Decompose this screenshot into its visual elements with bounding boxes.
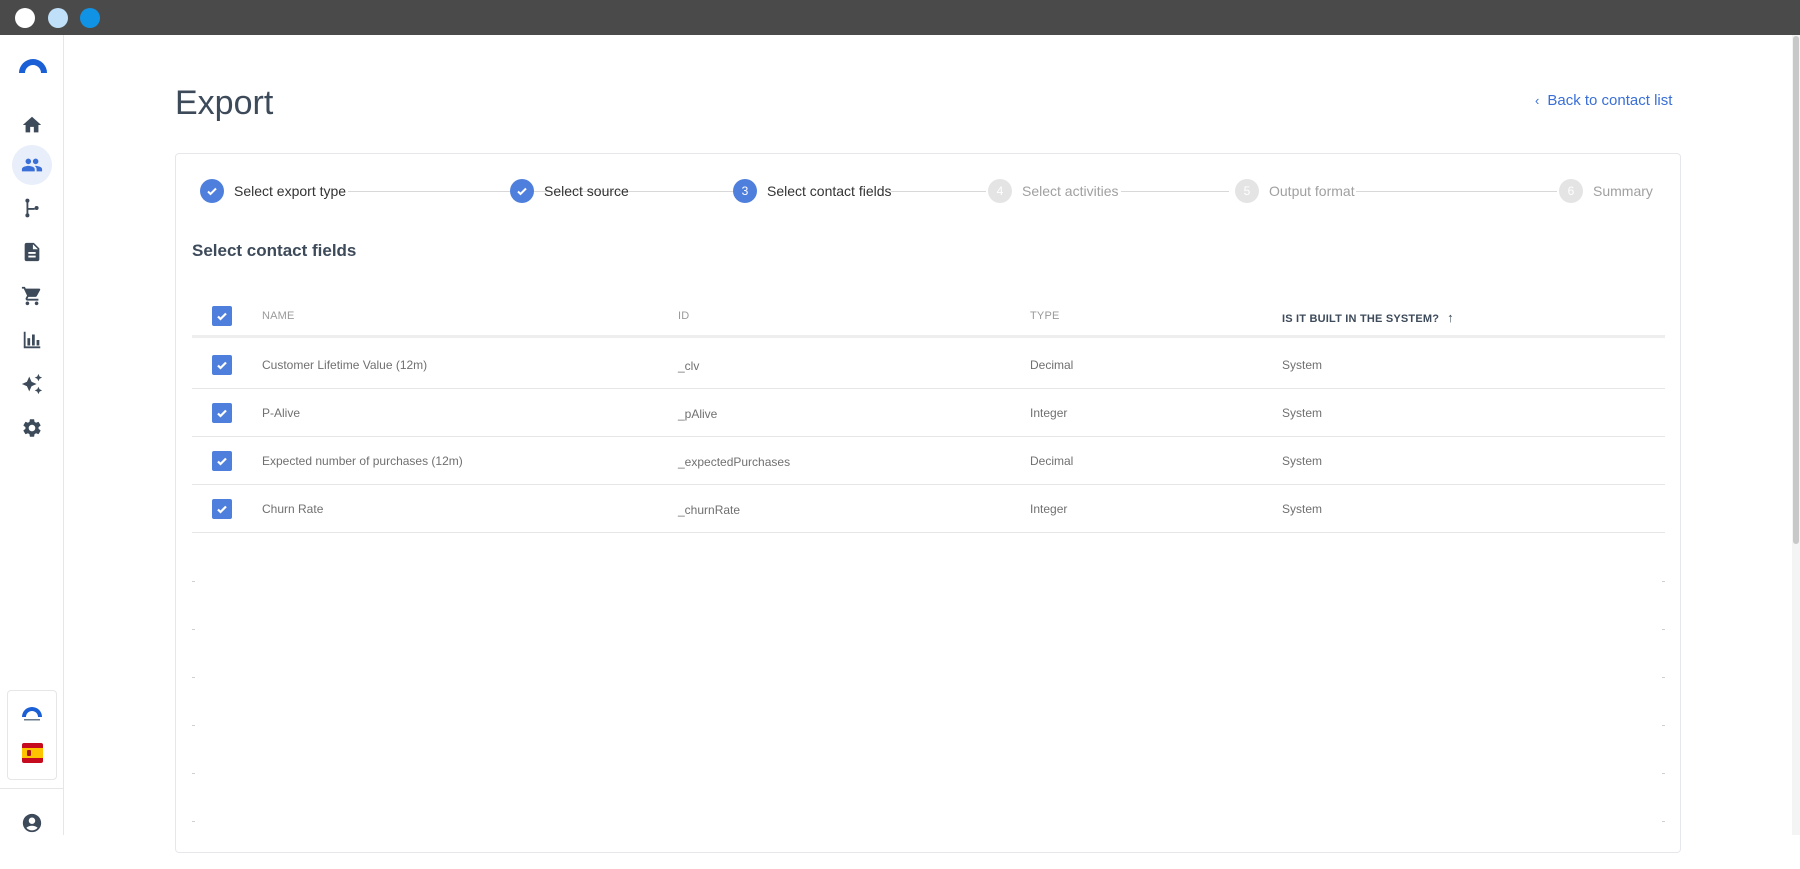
cell-type: Integer [1030, 406, 1068, 420]
workspace-logo-icon[interactable] [20, 703, 44, 723]
step-select-activities: 4 Select activities [988, 179, 1118, 203]
gear-icon [23, 419, 41, 437]
empty-row [192, 629, 1665, 677]
step-number: 4 [988, 179, 1012, 203]
cell-builtin: System [1282, 454, 1323, 468]
window-minimize-button[interactable] [48, 8, 68, 28]
step-select-source[interactable]: Select source [510, 179, 629, 203]
column-header-type[interactable]: TYPE [1030, 310, 1060, 322]
contacts-icon [21, 158, 43, 172]
sparkles-icon [21, 373, 43, 395]
account-circle-icon [22, 813, 42, 833]
check-icon [217, 457, 227, 466]
empty-row [192, 677, 1665, 725]
table-header: NAME ID TYPE IS IT BUILT IN THE SYSTEM? ↑ [192, 294, 1665, 338]
cell-name: P-Alive [262, 406, 301, 420]
check-icon [217, 361, 227, 370]
check-icon [510, 179, 534, 203]
step-summary: 6 Summary [1559, 179, 1653, 203]
cell-name: Churn Rate [262, 502, 324, 516]
cell-id: _pAlive [678, 407, 718, 421]
app-logo-icon[interactable] [17, 55, 49, 75]
cell-type: Decimal [1030, 454, 1074, 468]
empty-row [192, 725, 1665, 773]
flow-icon [25, 198, 39, 218]
step-label: Output format [1269, 183, 1355, 199]
check-icon [200, 179, 224, 203]
sidebar-item-settings[interactable] [12, 408, 52, 448]
column-header-name[interactable]: NAME [262, 310, 295, 322]
sidebar-item-documents[interactable] [12, 232, 52, 272]
empty-row [192, 581, 1665, 629]
table-row: Customer Lifetime Value (12m) _clv Decim… [192, 341, 1665, 389]
row-checkbox[interactable] [212, 499, 232, 519]
cell-type: Integer [1030, 502, 1068, 516]
back-to-contact-list-link[interactable]: ‹ Back to contact list [1535, 92, 1672, 109]
sidebar [0, 35, 64, 835]
sidebar-item-home[interactable] [12, 105, 52, 145]
column-header-id[interactable]: ID [678, 310, 689, 322]
step-select-contact-fields[interactable]: 3 Select contact fields [733, 179, 892, 203]
row-checkbox[interactable] [212, 451, 232, 471]
step-connector [1356, 191, 1557, 192]
step-number: 3 [733, 179, 757, 203]
step-select-export-type[interactable]: Select export type [200, 179, 346, 203]
scrollbar-thumb[interactable] [1793, 36, 1799, 544]
arrow-up-icon: ↑ [1447, 310, 1454, 325]
cell-id: _churnRate [678, 503, 741, 517]
spain-flag-icon[interactable] [22, 743, 43, 763]
sidebar-item-contacts[interactable] [12, 145, 52, 185]
cell-builtin: System [1282, 406, 1323, 420]
sidebar-divider [0, 788, 63, 789]
row-checkbox[interactable] [212, 355, 232, 375]
row-checkbox[interactable] [212, 403, 232, 423]
cell-name: Customer Lifetime Value (12m) [262, 358, 428, 372]
window-titlebar [0, 0, 1800, 35]
chevron-left-icon: ‹ [1535, 93, 1540, 108]
check-icon [217, 505, 227, 514]
step-label: Select source [544, 183, 629, 199]
step-connector [628, 191, 736, 192]
cart-icon [21, 286, 41, 306]
empty-row [192, 773, 1665, 821]
check-icon [217, 312, 227, 321]
step-number: 5 [1235, 179, 1259, 203]
select-all-checkbox[interactable] [212, 306, 232, 326]
cell-builtin: System [1282, 358, 1323, 372]
cell-id: _clv [678, 359, 700, 373]
step-number: 6 [1559, 179, 1583, 203]
sidebar-item-flows[interactable] [12, 188, 52, 228]
export-wizard-card: Select export type Select source 3 Selec… [175, 153, 1681, 853]
sidebar-item-reports[interactable] [12, 320, 52, 360]
profile-button[interactable] [12, 803, 52, 843]
sidebar-item-commerce[interactable] [12, 276, 52, 316]
window-maximize-button[interactable] [80, 8, 100, 28]
cell-name: Expected number of purchases (12m) [262, 454, 463, 468]
step-connector [1121, 191, 1229, 192]
sidebar-item-ai[interactable] [12, 364, 52, 404]
check-icon [217, 409, 227, 418]
cell-builtin: System [1282, 502, 1323, 516]
step-label: Select export type [234, 183, 347, 199]
page-title: Export [175, 84, 274, 122]
section-title: Select contact fields [192, 241, 357, 260]
home-icon [22, 116, 42, 133]
window-close-button[interactable] [15, 8, 35, 28]
column-header-builtin[interactable]: IS IT BUILT IN THE SYSTEM? ↑ [1282, 310, 1454, 325]
bar-chart-icon [23, 331, 41, 349]
table-row: P-Alive _pAlive Integer System [192, 389, 1665, 437]
column-header-builtin-label: IS IT BUILT IN THE SYSTEM? [1282, 313, 1440, 325]
step-label: Select activities [1022, 183, 1119, 199]
document-icon [24, 242, 40, 262]
table-row: Expected number of purchases (12m) _expe… [192, 437, 1665, 485]
step-label: Select contact fields [767, 183, 892, 199]
table-row: Churn Rate _churnRate Integer System [192, 485, 1665, 533]
cell-id: _expectedPurchases [678, 455, 791, 469]
step-connector [891, 191, 986, 192]
step-label: Summary [1593, 183, 1653, 199]
back-link-label: Back to contact list [1547, 92, 1673, 109]
step-output-format: 5 Output format [1235, 179, 1355, 203]
cell-type: Decimal [1030, 358, 1074, 372]
empty-row [192, 821, 1665, 869]
